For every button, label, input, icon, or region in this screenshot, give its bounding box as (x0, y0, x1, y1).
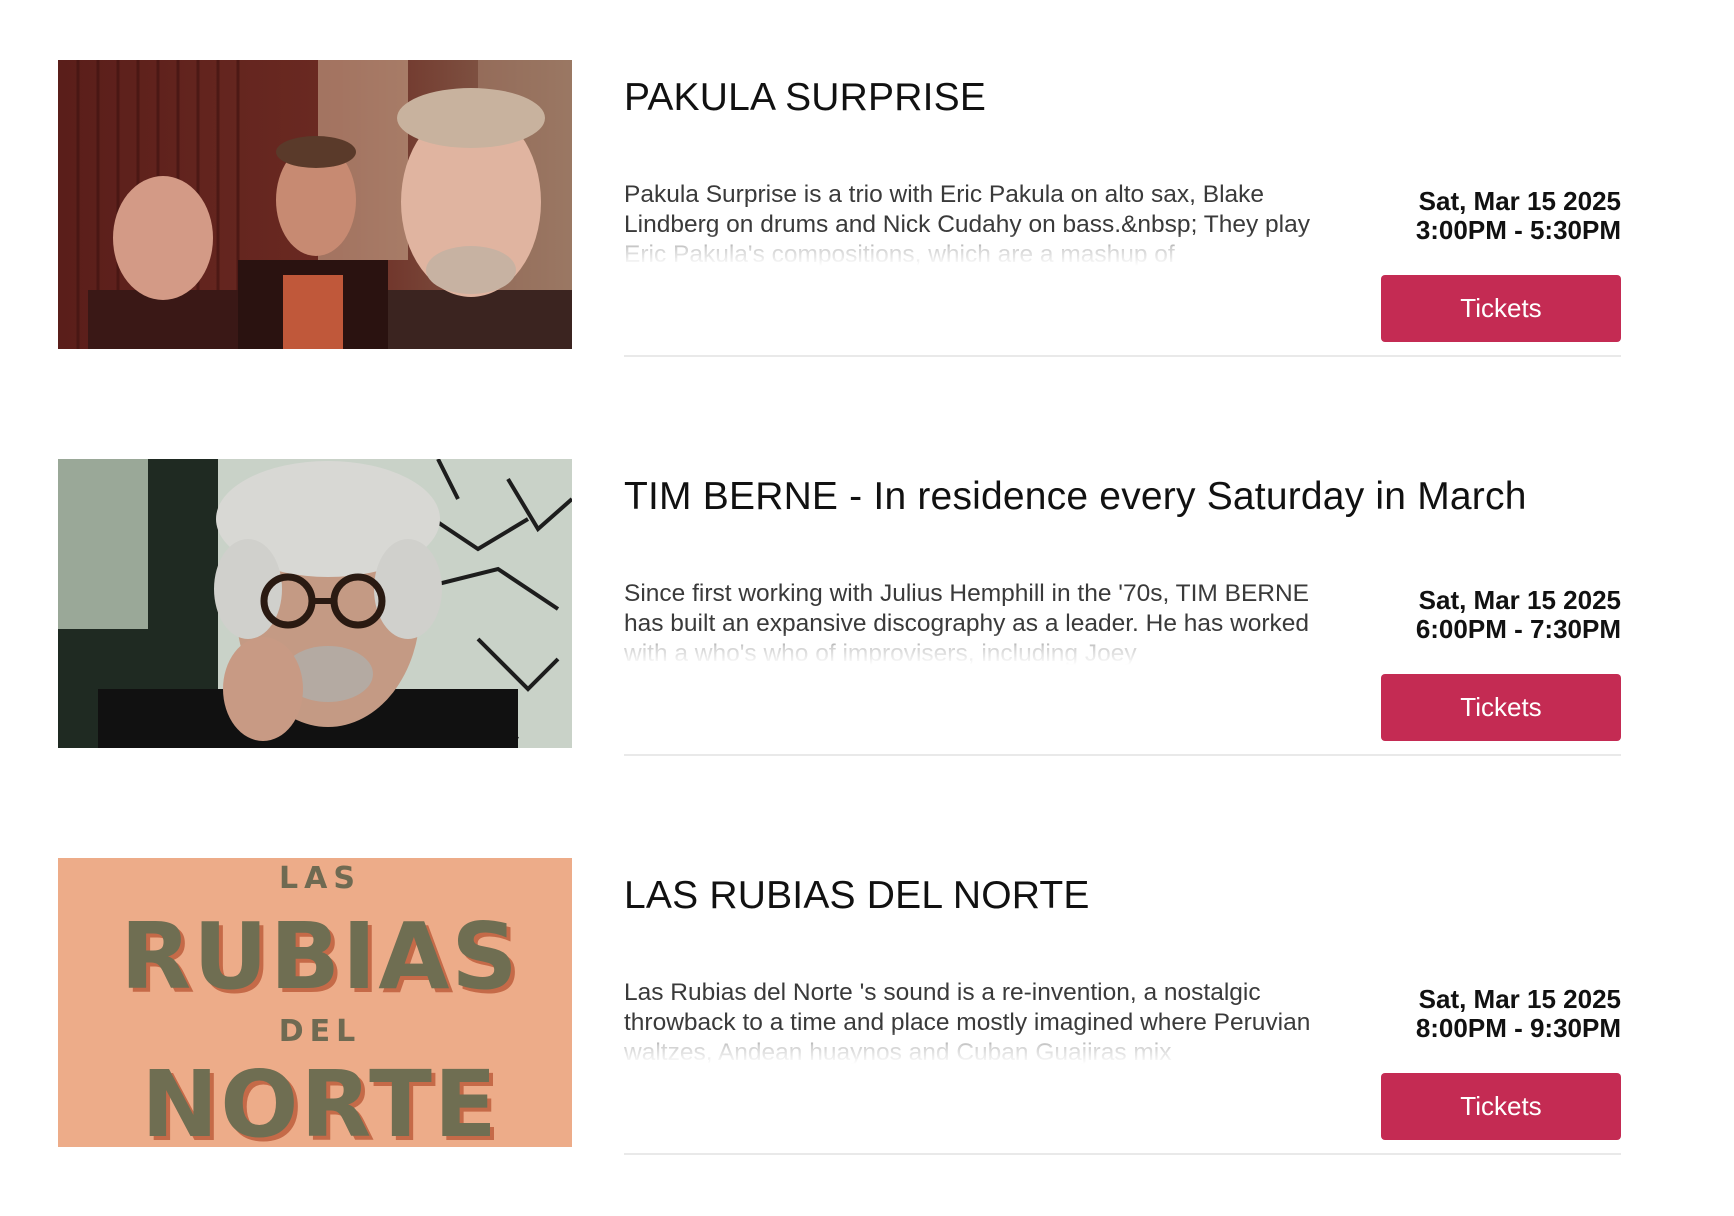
event-time: 3:00PM - 5:30PM (1415, 215, 1621, 245)
event-datetime: Sat, Mar 15 2025 8:00PM - 9:30PM (1416, 985, 1621, 1043)
portrait-photo (58, 459, 572, 748)
event-image[interactable]: LAS RUBIAS RUBIAS DEL NORTE NORTE (58, 858, 572, 1147)
event-datetime: Sat, Mar 15 2025 6:00PM - 7:30PM (1416, 586, 1621, 644)
event-card: PAKULA SURPRISE Pakula Surprise is a tri… (0, 60, 1734, 390)
divider (624, 355, 1621, 357)
event-time: 6:00PM - 7:30PM (1415, 614, 1621, 644)
event-description: Las Rubias del Norte 's sound is a re-in… (624, 979, 1311, 1064)
event-datetime: Sat, Mar 15 2025 3:00PM - 5:30PM (1416, 187, 1621, 245)
band-photo (58, 60, 572, 349)
logo-text: NORTE (141, 1051, 499, 1147)
event-description: Since first working with Julius Hemphill… (624, 580, 1310, 665)
event-date: Sat, Mar 15 2025 (1418, 186, 1621, 216)
event-date: Sat, Mar 15 2025 (1418, 984, 1621, 1014)
event-title[interactable]: PAKULA SURPRISE (624, 76, 986, 120)
event-title[interactable]: LAS RUBIAS DEL NORTE (624, 874, 1090, 918)
logo-text: LAS (279, 861, 361, 896)
event-card: LAS RUBIAS RUBIAS DEL NORTE NORTE LAS RU… (0, 858, 1734, 1188)
tickets-button[interactable]: Tickets (1381, 1073, 1621, 1140)
event-title[interactable]: TIM BERNE - In residence every Saturday … (624, 475, 1527, 519)
divider (624, 1153, 1621, 1155)
logo-text: DEL (279, 1014, 362, 1049)
logo-artwork: LAS RUBIAS RUBIAS DEL NORTE NORTE (58, 858, 572, 1147)
event-description: Pakula Surprise is a trio with Eric Paku… (624, 181, 1310, 266)
divider (624, 754, 1621, 756)
event-image[interactable] (58, 60, 572, 349)
tickets-button[interactable]: Tickets (1381, 275, 1621, 342)
event-time: 8:00PM - 9:30PM (1415, 1013, 1621, 1043)
event-date: Sat, Mar 15 2025 (1418, 585, 1621, 615)
tickets-button[interactable]: Tickets (1381, 674, 1621, 741)
logo-text: RUBIAS (120, 903, 519, 1010)
event-card: TIM BERNE - In residence every Saturday … (0, 459, 1734, 789)
event-image[interactable] (58, 459, 572, 748)
